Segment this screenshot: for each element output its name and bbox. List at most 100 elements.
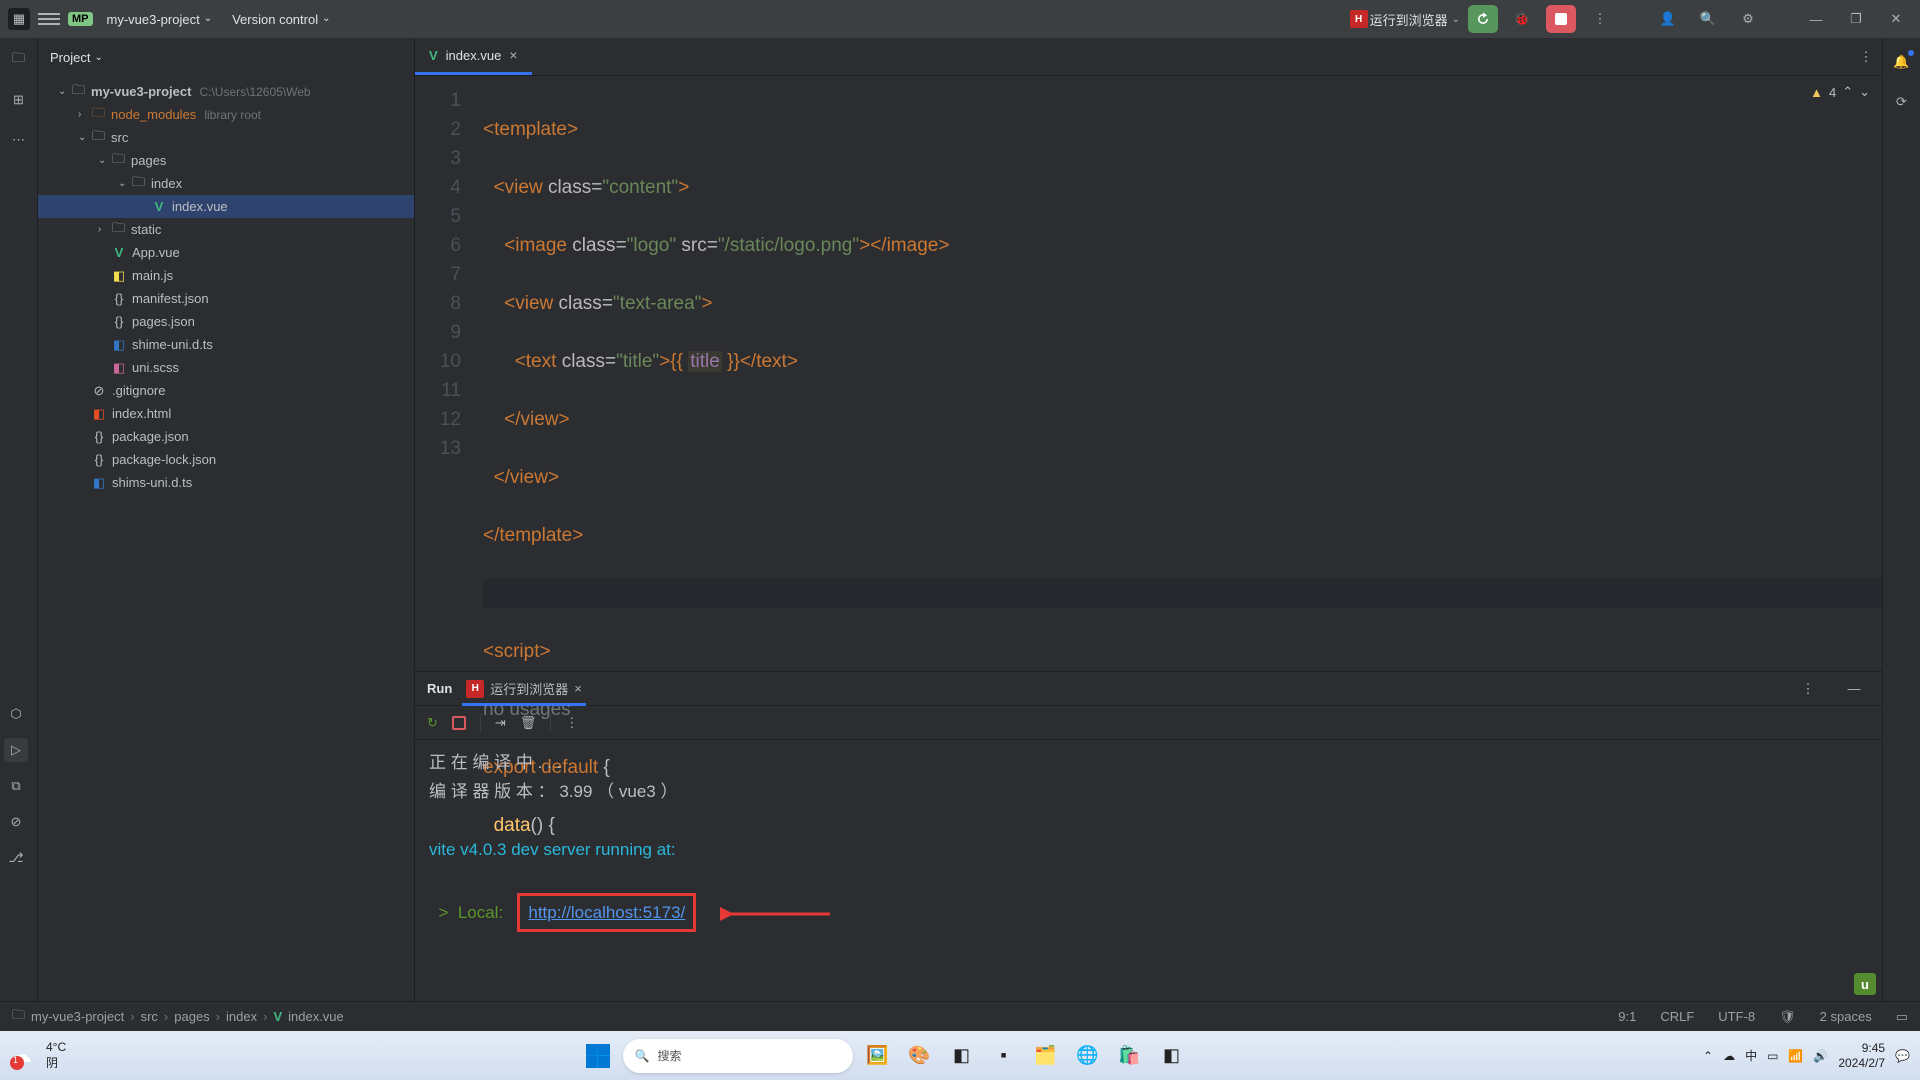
services-icon[interactable]: ⬡ [4, 702, 28, 726]
editor-area: V index.vue × ⋮ 12345678910111213 <templ… [415, 38, 1882, 1001]
editor-tab-index-vue[interactable]: V index.vue × [415, 38, 532, 75]
editor-more-icon[interactable]: ⋮ [1850, 41, 1882, 73]
tree-static[interactable]: ›🗀static [38, 218, 414, 241]
file-encoding[interactable]: UTF-8 [1718, 1009, 1755, 1024]
taskbar-explorer-icon[interactable]: 🗂️ [1029, 1039, 1063, 1073]
window-minimize-icon[interactable]: — [1800, 3, 1832, 35]
local-server-url-link[interactable]: http://localhost:5173/ [528, 903, 685, 922]
stop-process-icon[interactable] [452, 716, 466, 730]
tree-shime-uni[interactable]: ◧shime-uni.d.ts [38, 333, 414, 356]
tree-root[interactable]: ⌄🗀my-vue3-projectC:\Users\12605\Web [38, 80, 414, 103]
indent-setting[interactable]: 2 spaces [1820, 1009, 1872, 1024]
tree-shims-uni[interactable]: ◧shims-uni.d.ts [38, 471, 414, 494]
terminal-window-icon[interactable]: ⧉ [4, 774, 28, 798]
terminal-output[interactable]: 正 在 编 译 中 . . . 编 译 器 版 本 ： 3.99 （ vue3 … [415, 740, 1882, 1001]
breadcrumb-item[interactable]: index.vue [288, 1009, 344, 1024]
folder-icon: 🗀 [112, 150, 125, 172]
start-button[interactable] [581, 1039, 615, 1073]
taskbar-search[interactable]: 🔍搜索 [623, 1039, 853, 1073]
rerun-icon [1475, 11, 1491, 27]
taskbar-store-icon[interactable]: 🛍️ [1113, 1039, 1147, 1073]
debug-button[interactable]: 🐞 [1506, 3, 1538, 35]
line-separator[interactable]: CRLF [1660, 1009, 1694, 1024]
settings-icon[interactable]: ⚙ [1732, 3, 1764, 35]
tree-uni-scss[interactable]: ◧uni.scss [38, 356, 414, 379]
taskbar-edge-icon[interactable]: 🌐 [1071, 1039, 1105, 1073]
taskbar-webstorm-icon[interactable]: ◧ [1155, 1039, 1189, 1073]
tray-cloud-icon[interactable]: ☁ [1723, 1049, 1735, 1063]
tree-package-lock[interactable]: {}package-lock.json [38, 448, 414, 471]
hamburger-menu-icon[interactable] [38, 8, 60, 30]
notifications-icon[interactable]: 🔔 [1890, 50, 1914, 74]
breadcrumb-item[interactable]: pages [174, 1009, 209, 1024]
tree-pages-json[interactable]: {}pages.json [38, 310, 414, 333]
tree-index-vue[interactable]: Vindex.vue [38, 195, 414, 218]
rerun-icon[interactable]: ↻ [427, 715, 438, 731]
project-tool-icon[interactable]: 🗀 [7, 48, 31, 72]
tray-notifications-icon[interactable]: 💬 [1895, 1049, 1910, 1063]
tree-pages[interactable]: ⌄🗀pages [38, 149, 414, 172]
taskbar-clock[interactable]: 9:452024/2/7 [1838, 1041, 1885, 1070]
tree-index-folder[interactable]: ⌄🗀index [38, 172, 414, 195]
tree-app-vue[interactable]: VApp.vue [38, 241, 414, 264]
project-switcher[interactable]: my-vue3-project [101, 8, 219, 31]
breadcrumb-item[interactable]: src [141, 1009, 158, 1024]
code-content[interactable]: <template> <view class="content"> <image… [473, 76, 1882, 671]
problems-icon[interactable]: ⊘ [4, 810, 28, 834]
tree-gitignore[interactable]: ⊘.gitignore [38, 379, 414, 402]
window-restore-icon[interactable]: ❐ [1840, 3, 1872, 35]
toolbar-more-icon[interactable]: ⋮ [565, 715, 578, 731]
structure-tool-icon[interactable]: ⊞ [7, 88, 31, 112]
search-everywhere-icon[interactable]: 🔍 [1692, 3, 1724, 35]
run-window-icon[interactable]: ▷ [4, 738, 28, 762]
problems-indicator[interactable]: ▲4 ⌃⌄ [1810, 84, 1870, 100]
tree-main-js[interactable]: ◧main.js [38, 264, 414, 287]
window-close-icon[interactable]: ✕ [1880, 3, 1912, 35]
taskbar-app-icon[interactable]: 🖼️ [861, 1039, 895, 1073]
tree-package-json[interactable]: {}package.json [38, 425, 414, 448]
code-editor[interactable]: 12345678910111213 <template> <view class… [415, 76, 1882, 671]
taskbar-app-icon[interactable]: 🎨 [903, 1039, 937, 1073]
tray-battery-icon[interactable]: ▭ [1767, 1049, 1778, 1063]
version-control-menu[interactable]: Version control [226, 8, 336, 31]
readonly-icon[interactable]: 🛡 [1779, 1009, 1796, 1025]
more-actions-icon[interactable]: ⋮ [1584, 3, 1616, 35]
tree-src[interactable]: ⌄🗀src [38, 126, 414, 149]
project-tree[interactable]: ⌄🗀my-vue3-projectC:\Users\12605\Web ›🗀no… [38, 76, 414, 1001]
taskbar-phpstorm-icon[interactable]: ◧ [945, 1039, 979, 1073]
sync-icon[interactable]: ⟳ [1890, 90, 1914, 114]
vue-file-icon: V [152, 199, 166, 214]
windows-taskbar: 1 4°C阴 🔍搜索 🖼️ 🎨 ◧ ▪ 🗂️ 🌐 🛍️ ◧ ⌃ ☁ 中 ▭ 📶 … [0, 1031, 1920, 1080]
clear-all-icon[interactable]: 🗑 [520, 715, 537, 731]
project-panel-header[interactable]: Project [38, 38, 414, 76]
system-tray[interactable]: ⌃ ☁ 中 ▭ 📶 🔊 9:452024/2/7 💬 [1703, 1041, 1910, 1070]
tray-chevron-icon[interactable]: ⌃ [1703, 1049, 1713, 1063]
run-config-tab[interactable]: H 运行到浏览器 × [466, 673, 582, 704]
run-button[interactable] [1468, 5, 1498, 33]
nav-down-icon[interactable]: ⌄ [1859, 84, 1870, 100]
status-more-icon[interactable]: ▭ [1896, 1009, 1908, 1025]
status-bar: 🗀 my-vue3-project› src› pages› index› V … [0, 1001, 1920, 1031]
more-tools-icon[interactable]: ⋯ [7, 128, 31, 152]
tray-volume-icon[interactable]: 🔊 [1813, 1049, 1828, 1063]
run-more-icon[interactable]: ⋮ [1792, 673, 1824, 705]
minimize-panel-icon[interactable]: — [1838, 673, 1870, 705]
taskbar-weather-widget[interactable]: 1 4°C阴 [10, 1040, 66, 1071]
tray-ime-icon[interactable]: 中 [1745, 1047, 1757, 1064]
breadcrumb-item[interactable]: my-vue3-project [31, 1009, 124, 1024]
close-tab-icon[interactable]: × [509, 47, 517, 63]
scroll-to-end-icon[interactable]: ⇥ [495, 715, 506, 731]
tray-wifi-icon[interactable]: 📶 [1788, 1049, 1803, 1063]
tree-node-modules[interactable]: ›🗀node_moduleslibrary root [38, 103, 414, 126]
tree-index-html[interactable]: ◧index.html [38, 402, 414, 425]
taskbar-app-icon[interactable]: ▪ [987, 1039, 1021, 1073]
nav-up-icon[interactable]: ⌃ [1842, 84, 1853, 100]
git-icon[interactable]: ⎇ [4, 846, 28, 870]
run-configuration-selector[interactable]: H 运行到浏览器 ⌄ [1350, 10, 1460, 29]
cursor-position[interactable]: 9:1 [1618, 1009, 1636, 1024]
breadcrumb-item[interactable]: index [226, 1009, 257, 1024]
account-icon[interactable]: 👤 [1652, 3, 1684, 35]
close-run-tab-icon[interactable]: × [574, 681, 582, 696]
stop-button[interactable] [1546, 5, 1576, 33]
tree-manifest[interactable]: {}manifest.json [38, 287, 414, 310]
